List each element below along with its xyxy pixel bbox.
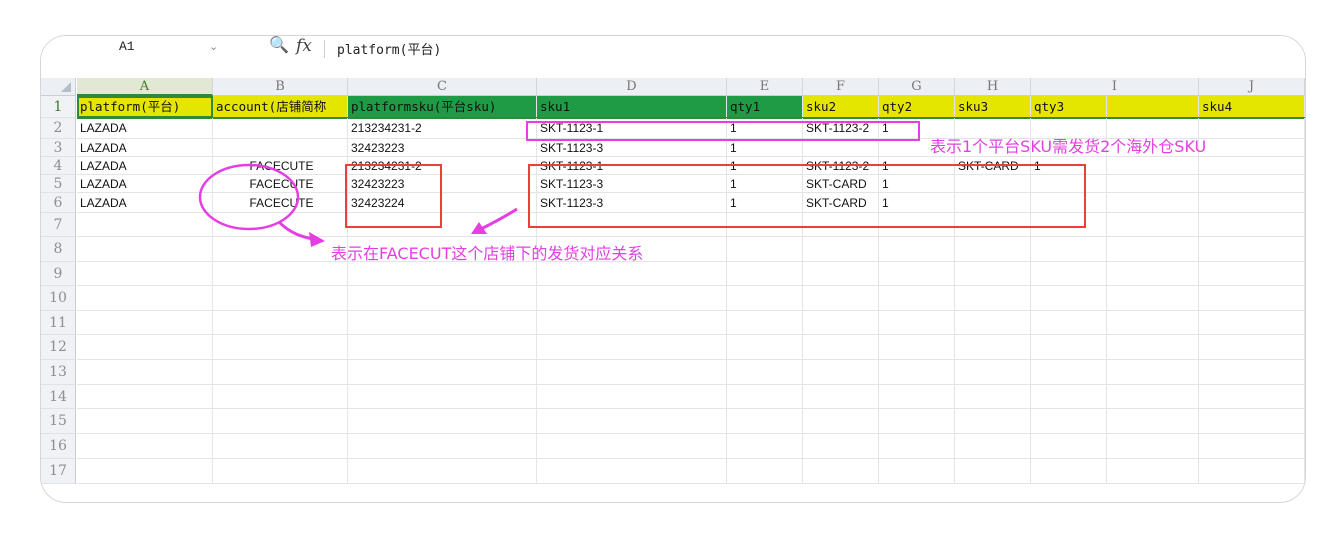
red-box-skus bbox=[528, 164, 1086, 228]
red-box-platformsku bbox=[345, 164, 442, 228]
spreadsheet-window: A1 ⌄ 🔍 fx platform(平台) ABCDEFGHIJ1234567… bbox=[40, 35, 1306, 503]
arrow-head-1 bbox=[309, 232, 325, 247]
annotation-top-note: 表示1个平台SKU需发货2个海外仓SKU bbox=[930, 137, 1207, 156]
annotation-overlay bbox=[198, 121, 1086, 247]
arrow-from-ellipse bbox=[277, 220, 314, 241]
annotation-bottom-note: 表示在FACECUT这个店铺下的发货对应关系 bbox=[331, 244, 644, 263]
arrow-to-redbox bbox=[480, 207, 518, 231]
ellipse-account bbox=[198, 163, 300, 231]
highlight-box-row2 bbox=[526, 121, 920, 141]
